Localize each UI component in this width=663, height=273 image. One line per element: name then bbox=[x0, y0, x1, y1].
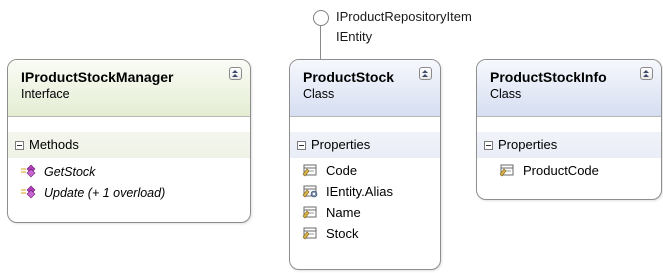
lollipop-interface-label: IProductRepositoryItem bbox=[336, 9, 472, 24]
collapse-chevron-icon[interactable] bbox=[640, 67, 653, 80]
class-shape-productstockinfo[interactable]: ProductStockInfo Class Properties Produc… bbox=[476, 59, 662, 200]
property-icon bbox=[499, 164, 514, 177]
lollipop-interface-label: IEntity bbox=[336, 29, 373, 44]
shape-title: ProductStockInfo bbox=[490, 69, 607, 85]
method-member[interactable]: GetStock bbox=[8, 161, 250, 182]
property-member[interactable]: Stock bbox=[290, 223, 440, 244]
shape-header: IProductStockManager Interface bbox=[8, 60, 250, 116]
properties-section: Properties Code IEntity.Alias Name Stock bbox=[290, 132, 440, 244]
methods-section: Methods GetStock Update (+ 1 overload) bbox=[8, 132, 250, 203]
shape-stereotype: Class bbox=[490, 87, 522, 101]
member-label: ProductCode bbox=[523, 163, 599, 178]
minus-icon[interactable] bbox=[15, 140, 24, 150]
interface-lollipop-icon bbox=[313, 10, 329, 26]
shape-stereotype: Interface bbox=[21, 87, 70, 101]
method-icon bbox=[21, 164, 36, 178]
property-member[interactable]: Code bbox=[290, 160, 440, 181]
member-label: Code bbox=[326, 163, 358, 178]
shape-header: ProductStockInfo Class bbox=[477, 60, 661, 116]
class-shape-productstock[interactable]: ProductStock Class Properties Code IEnti… bbox=[289, 59, 441, 270]
property-member[interactable]: IEntity.Alias bbox=[290, 181, 440, 202]
method-icon bbox=[21, 185, 36, 199]
member-label: Stock bbox=[326, 226, 359, 241]
collapse-chevron-icon[interactable] bbox=[229, 67, 242, 80]
property-icon bbox=[302, 164, 317, 177]
shape-stereotype: Class bbox=[303, 87, 335, 101]
properties-section: Properties ProductCode bbox=[477, 132, 661, 181]
shape-header: ProductStock Class bbox=[290, 60, 440, 116]
section-header-properties[interactable]: Properties bbox=[477, 132, 661, 158]
property-icon bbox=[302, 227, 317, 240]
property-member[interactable]: ProductCode bbox=[477, 160, 661, 181]
shape-title: IProductStockManager bbox=[21, 69, 174, 85]
member-label: IEntity.Alias bbox=[326, 184, 393, 199]
section-label: Properties bbox=[311, 137, 371, 152]
interface-shape-iproductstockmanager[interactable]: IProductStockManager Interface Methods G… bbox=[7, 59, 251, 223]
section-label: Methods bbox=[29, 137, 79, 152]
section-header-methods[interactable]: Methods bbox=[8, 132, 250, 158]
section-label: Properties bbox=[498, 137, 558, 152]
minus-icon[interactable] bbox=[297, 140, 306, 150]
method-member[interactable]: Update (+ 1 overload) bbox=[8, 182, 250, 203]
collapse-chevron-icon[interactable] bbox=[419, 67, 432, 80]
shape-title: ProductStock bbox=[303, 69, 395, 85]
member-label: Name bbox=[326, 205, 361, 220]
section-header-properties[interactable]: Properties bbox=[290, 132, 440, 158]
explicit-property-icon bbox=[302, 185, 318, 198]
minus-icon[interactable] bbox=[484, 140, 493, 150]
lollipop-connector bbox=[320, 25, 321, 59]
property-icon bbox=[302, 206, 317, 219]
member-label: Update (+ 1 overload) bbox=[44, 185, 166, 200]
property-member[interactable]: Name bbox=[290, 202, 440, 223]
member-label: GetStock bbox=[44, 164, 96, 179]
